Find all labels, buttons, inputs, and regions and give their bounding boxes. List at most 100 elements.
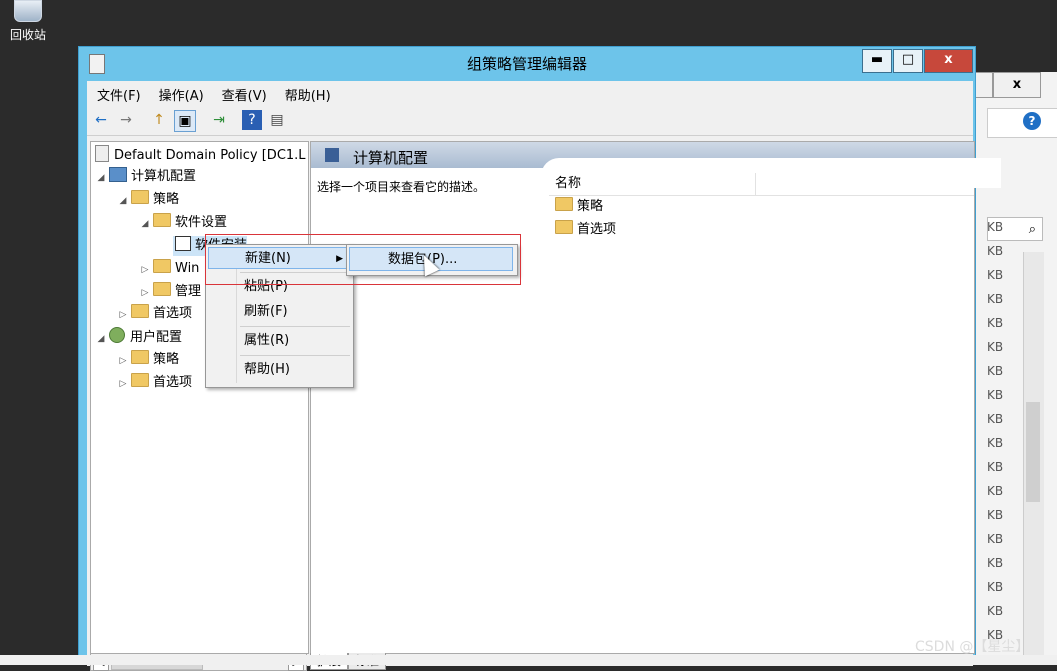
tree-node-label: Default Domain Policy [DC1.L xyxy=(114,148,306,163)
tree-node-user-preferences[interactable]: ▷ 首选项 xyxy=(117,373,192,393)
expand-arrow-icon[interactable]: ▷ xyxy=(139,283,151,303)
forward-arrow-icon[interactable]: → xyxy=(116,110,136,130)
expand-arrow-icon[interactable]: ▷ xyxy=(117,305,129,325)
background-scrollbar[interactable] xyxy=(1023,252,1044,665)
annotation-highlight-box xyxy=(205,234,521,285)
background-window-restore-button[interactable] xyxy=(973,72,993,98)
tree-node-computer-config[interactable]: ◢ 计算机配置 xyxy=(95,167,196,187)
tree-node-root[interactable]: Default Domain Policy [DC1.L xyxy=(93,145,306,165)
help-icon[interactable]: ? xyxy=(1023,112,1041,130)
collapse-arrow-icon[interactable]: ◢ xyxy=(95,329,107,349)
folder-icon xyxy=(131,350,149,364)
kb-label: KB xyxy=(987,244,1004,258)
tree-node-admin-templates[interactable]: ▷ 管理 xyxy=(139,282,201,302)
menu-action[interactable]: 操作(A) xyxy=(149,81,212,104)
console-tree: Default Domain Policy [DC1.L ◢ 计算机配置 ◢ 策略 … xyxy=(90,141,309,654)
client-area: Default Domain Policy [DC1.L ◢ 计算机配置 ◢ 策略 … xyxy=(87,136,1001,671)
expand-arrow-icon[interactable]: ▷ xyxy=(117,374,129,394)
search-icon: ⌕ xyxy=(1028,222,1036,237)
tree-node-label: 软件设置 xyxy=(175,215,228,230)
list-item-label: 策略 xyxy=(577,199,604,214)
tree-node-label: Win xyxy=(175,261,200,276)
software-package-icon xyxy=(175,236,191,251)
kb-label: KB xyxy=(987,364,1004,378)
help-book-icon[interactable]: ? xyxy=(242,110,262,130)
menu-item-help[interactable]: 帮助(H) xyxy=(208,359,350,381)
folder-icon xyxy=(555,220,573,234)
export-list-icon[interactable]: ⇥ xyxy=(209,110,229,130)
description-text: 选择一个项目来查看它的描述。 xyxy=(317,180,486,194)
tree-node-label: 首选项 xyxy=(153,375,193,390)
minimize-button[interactable]: ▬ xyxy=(862,49,892,73)
view-pane-icon[interactable]: ▤ xyxy=(267,110,287,130)
menu-item-label: 属性(R) xyxy=(244,333,290,348)
tree-node-windows-settings[interactable]: ▷ Win xyxy=(139,259,199,279)
tree-node-user-config[interactable]: ◢ 用户配置 xyxy=(95,327,182,347)
show-hide-tree-icon[interactable]: ▣ xyxy=(174,110,196,132)
background-address-bar[interactable] xyxy=(987,108,1057,138)
kb-label: KB xyxy=(987,508,1004,522)
status-bar xyxy=(0,655,1057,665)
kb-label: KB xyxy=(987,460,1004,474)
menu-item-label: 刷新(F) xyxy=(244,304,288,319)
scrollbar-thumb[interactable] xyxy=(1026,402,1040,502)
menu-item-properties[interactable]: 属性(R) xyxy=(208,330,350,352)
kb-label: KB xyxy=(987,556,1004,570)
collapse-arrow-icon[interactable]: ◢ xyxy=(117,191,129,211)
menu-item-refresh[interactable]: 刷新(F) xyxy=(208,301,350,323)
kb-label: KB xyxy=(987,388,1004,402)
tree-node-software-settings[interactable]: ◢ 软件设置 xyxy=(139,213,227,233)
menu-file[interactable]: 文件(F) xyxy=(87,81,149,104)
kb-label: KB xyxy=(987,316,1004,330)
toolbar: ← → ↑ ▣ ⇥? ▤ xyxy=(87,105,973,136)
menu-separator xyxy=(240,326,350,327)
tree-node-user-policies[interactable]: ▷ 策略 xyxy=(117,350,179,370)
recycle-bin-shortcut[interactable]: 回收站 xyxy=(4,0,52,43)
collapse-arrow-icon[interactable]: ◢ xyxy=(95,168,107,188)
watermark: CSDN @【星尘】 xyxy=(915,639,1030,655)
kb-label: KB xyxy=(987,292,1004,306)
kb-label: KB xyxy=(987,580,1004,594)
menu-view[interactable]: 查看(V) xyxy=(212,81,275,104)
details-title: 计算机配置 xyxy=(353,149,429,167)
tree-node-label: 首选项 xyxy=(153,306,193,321)
expand-arrow-icon[interactable]: ▷ xyxy=(117,351,129,371)
kb-label: KB xyxy=(987,436,1004,450)
up-folder-icon[interactable]: ↑ xyxy=(149,110,169,130)
list-item-label: 首选项 xyxy=(577,222,617,237)
column-name[interactable]: 名称 xyxy=(549,173,756,195)
kb-label: KB xyxy=(987,412,1004,426)
collapse-arrow-icon[interactable]: ◢ xyxy=(139,214,151,234)
folder-icon xyxy=(153,282,171,296)
tree-node-label: 策略 xyxy=(153,192,180,207)
folder-icon xyxy=(131,190,149,204)
menu-item-label: 帮助(H) xyxy=(244,362,290,377)
computer-icon xyxy=(109,167,127,182)
list-item[interactable]: 首选项 xyxy=(553,220,616,240)
background-window-close-button[interactable]: x xyxy=(993,72,1041,98)
tree-node-label: 策略 xyxy=(153,352,180,367)
computer-config-icon xyxy=(325,148,339,162)
list-item[interactable]: 策略 xyxy=(553,197,603,217)
tree-node-label: 用户配置 xyxy=(130,330,183,345)
folder-icon xyxy=(153,213,171,227)
back-arrow-icon[interactable]: ← xyxy=(91,110,111,130)
user-icon xyxy=(109,327,125,343)
close-button[interactable]: x xyxy=(924,49,973,73)
folder-icon xyxy=(131,304,149,318)
menu-separator xyxy=(240,355,350,356)
maximize-button[interactable]: □ xyxy=(893,49,923,73)
kb-label: KB xyxy=(987,268,1004,282)
folder-icon xyxy=(153,259,171,273)
menu-help[interactable]: 帮助(H) xyxy=(275,81,339,104)
list-column-header: 名称 xyxy=(549,173,974,196)
tree-node-policies[interactable]: ◢ 策略 xyxy=(117,190,179,210)
tree-node-label: 管理 xyxy=(175,284,202,299)
expand-arrow-icon[interactable]: ▷ xyxy=(139,260,151,280)
recycle-bin-label: 回收站 xyxy=(9,28,46,42)
recycle-bin-icon xyxy=(14,0,42,22)
kb-label: KB xyxy=(987,532,1004,546)
tree-node-preferences[interactable]: ▷ 首选项 xyxy=(117,304,192,324)
title-bar[interactable]: 组策略管理编辑器 ▬ □ x xyxy=(79,47,975,81)
tree-node-label: 计算机配置 xyxy=(131,169,197,184)
